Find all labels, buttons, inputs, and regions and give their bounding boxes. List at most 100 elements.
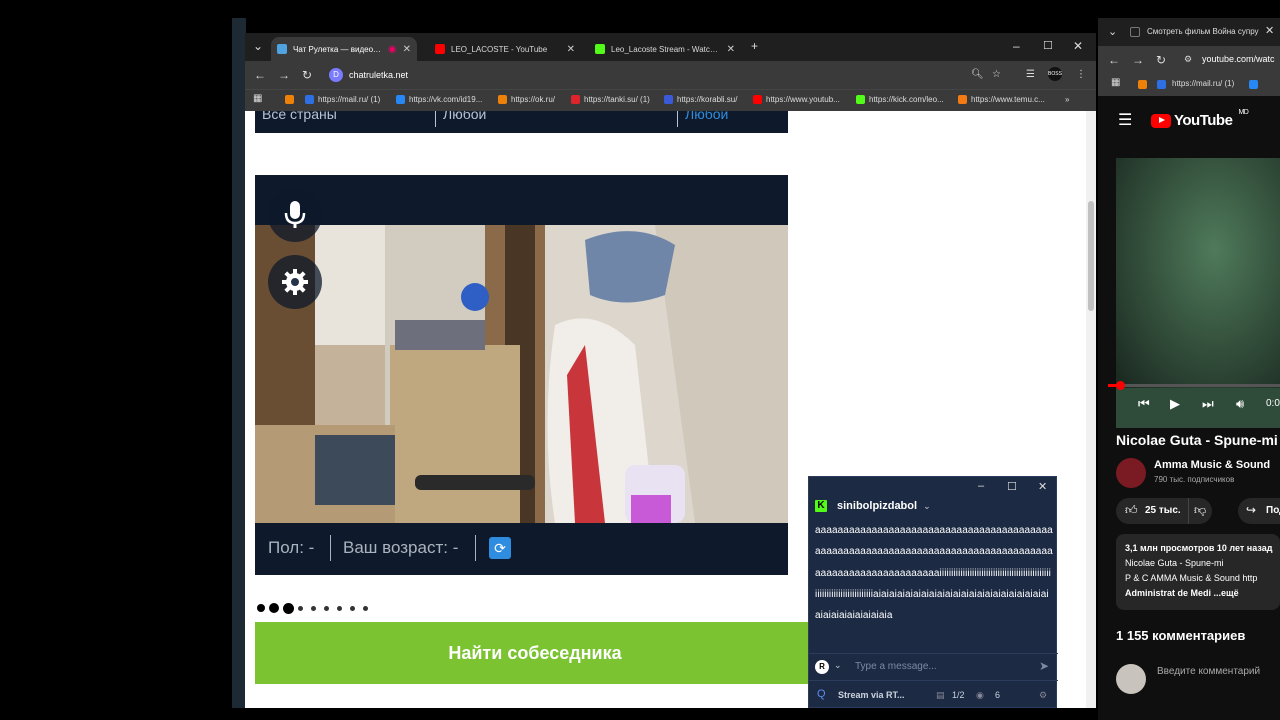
dot [283,602,294,614]
maximize-icon[interactable]: ☐ [1043,39,1053,53]
tab-title: Чат Рулетка — видеочат с [293,44,382,54]
tab-search-icon[interactable]: ⌄ [253,39,263,53]
search-icon[interactable]: Q [817,688,826,700]
subscriber-count: 790 тыс. подписчиков [1154,475,1235,484]
chat-window-controls: – ☐ ✕ [809,477,1058,497]
zoom-icon[interactable]: 🔍︎ [971,69,984,80]
send-icon[interactable]: ➤ [1039,659,1049,673]
share-button[interactable]: ↪ Поде [1238,498,1280,524]
play-icon[interactable]: ▶ [1170,396,1180,412]
back-icon[interactable]: ← [254,68,266,82]
video-progress-bar[interactable] [1108,381,1280,390]
hamburger-menu-icon[interactable]: ☰ [1118,110,1132,130]
chevron-down-icon[interactable]: ⌄ [834,660,842,671]
bookmark-item[interactable]: https://kick.com/leo... [856,95,944,104]
gear-icon[interactable]: ⚙ [1039,690,1047,701]
chat-minimize-icon[interactable]: – [978,480,984,492]
tab-close-icon[interactable]: ✕ [403,44,411,55]
youtube-play-icon [1151,113,1171,128]
more-bookmarks-icon[interactable]: » [1065,95,1069,104]
site-info-icon[interactable]: ⚙ [1184,54,1192,65]
gender-filter[interactable]: Любой [443,111,486,122]
next-icon[interactable]: ⏭ [1202,396,1214,412]
youtube-logo[interactable]: YouTube MD [1151,109,1249,129]
gear-icon [282,269,308,295]
microphone-button[interactable] [268,188,322,242]
profile-avatar[interactable]: BOSS [1048,67,1062,81]
channel-name[interactable]: Amma Music & Sound [1154,459,1270,471]
tab-close-icon[interactable]: ✕ [1265,24,1274,37]
like-count[interactable]: 25 тыс. [1145,505,1181,516]
progress-scrubber[interactable] [1116,381,1125,390]
comment-input[interactable]: Введите комментарий [1157,666,1260,677]
bookmark-item[interactable]: https://vk.com/id19... [396,95,482,104]
chatruletka-favicon-icon [277,44,287,54]
bookmark-item[interactable]: https://www.temu.c... [958,95,1045,104]
ok-icon [498,95,507,104]
bookmark-label: https://www.youtub... [766,95,840,104]
dislike-icon[interactable]: 👎︎ [1194,503,1206,518]
show-more-link[interactable]: Administrat de Medi ...ещё [1125,588,1239,598]
bookmark-item[interactable]: https://korabli.su/ [664,95,737,104]
tab-kick[interactable]: Leo_Lacoste Stream - Watch Li ✕ [589,37,741,61]
description-box[interactable]: 3,1 млн просмотров 10 лет назад Nicolae … [1116,534,1280,610]
reload-icon[interactable]: ↻ [302,68,312,82]
chat-maximize-icon[interactable]: ☐ [1007,480,1017,493]
bookmark-star-icon[interactable]: ☆ [992,69,1001,80]
chevron-down-icon[interactable]: ⌄ [923,501,931,512]
tab-close-icon[interactable]: ✕ [727,44,735,55]
minimize-icon[interactable]: – [1013,39,1020,53]
refresh-icon[interactable]: ⟳ [489,537,511,559]
chat-close-icon[interactable]: ✕ [1038,480,1047,493]
address-bar[interactable]: D chatruletka.net [325,64,1035,86]
menu-icon[interactable]: ⋮ [1076,69,1086,80]
browser-toolbar: ← → ↻ D chatruletka.net 🔍︎ ☆ ☰ BOSS ⋮ [245,61,1096,89]
tab-chatruletka[interactable]: Чат Рулетка — видеочат с ◉ ✕ [271,37,417,61]
apps-icon[interactable]: ▦ [1111,77,1120,88]
bookmark-item[interactable]: https://tanki.su/ (1) [571,95,650,104]
bookmark-label[interactable]: https://mail.ru/ (1) [1172,79,1234,88]
page-scrollbar[interactable] [1086,111,1096,708]
country-filter[interactable]: Все страны [262,111,337,122]
tab-title: LEO_LACOSTE - YouTube [451,44,548,54]
settings-button[interactable] [268,255,322,309]
forward-icon[interactable]: → [1132,53,1144,67]
tab-title: Leo_Lacoste Stream - Watch Li [611,44,721,54]
volume-icon[interactable]: 🔊︎ [1236,396,1244,412]
previous-icon[interactable]: ⏮ [1138,396,1150,412]
view-count-date: 3,1 млн просмотров 10 лет назад [1125,543,1273,553]
find-partner-button[interactable]: Найти собеседника [255,622,815,684]
new-tab-icon[interactable]: + [751,39,758,53]
video-player[interactable] [1116,158,1280,428]
mail-icon [1157,80,1166,89]
bookmark-item[interactable] [285,95,298,104]
bookmark-item[interactable]: https://ok.ru/ [498,95,555,104]
stream-source-label: Stream via RT... [838,690,905,700]
bookmark-item[interactable]: https://mail.ru/ (1) [305,95,380,104]
scrollbar-thumb[interactable] [1088,201,1094,311]
chat-username[interactable]: sinibolpizdabol [837,500,917,512]
reading-list-icon[interactable]: ☰ [1026,69,1035,80]
site-info-icon[interactable]: D [329,68,343,82]
forward-icon[interactable]: → [278,68,290,82]
url-text[interactable]: youtube.com/watc [1202,54,1275,64]
chat-message-input[interactable]: Type a message... [855,661,937,672]
bookmark-item[interactable]: https://www.youtub... [753,95,840,104]
window-close-icon[interactable]: ✕ [1073,39,1083,53]
like-icon[interactable]: 👍︎ [1125,503,1138,518]
tab-title[interactable]: Смотреть фильм Война супру [1147,27,1259,36]
tab-search-icon[interactable]: ⌄ [1108,25,1117,38]
bookmark-label: https://mail.ru/ (1) [318,95,381,104]
vk-icon[interactable] [1249,80,1258,89]
your-age[interactable]: Ваш возраст: - [343,538,458,558]
channel-avatar[interactable] [1116,458,1146,488]
restream-icon: R [815,660,829,674]
description-line: P & C AMMA Music & Sound http [1125,573,1258,583]
tab-close-icon[interactable]: ✕ [567,44,575,55]
tab-youtube[interactable]: LEO_LACOSTE - YouTube ✕ [429,37,581,61]
ok-icon[interactable] [1138,80,1147,89]
back-icon[interactable]: ← [1108,53,1120,67]
preference-filter[interactable]: Любой [685,111,728,122]
reload-icon[interactable]: ↻ [1156,53,1166,67]
apps-icon[interactable]: ▦ [253,93,262,104]
